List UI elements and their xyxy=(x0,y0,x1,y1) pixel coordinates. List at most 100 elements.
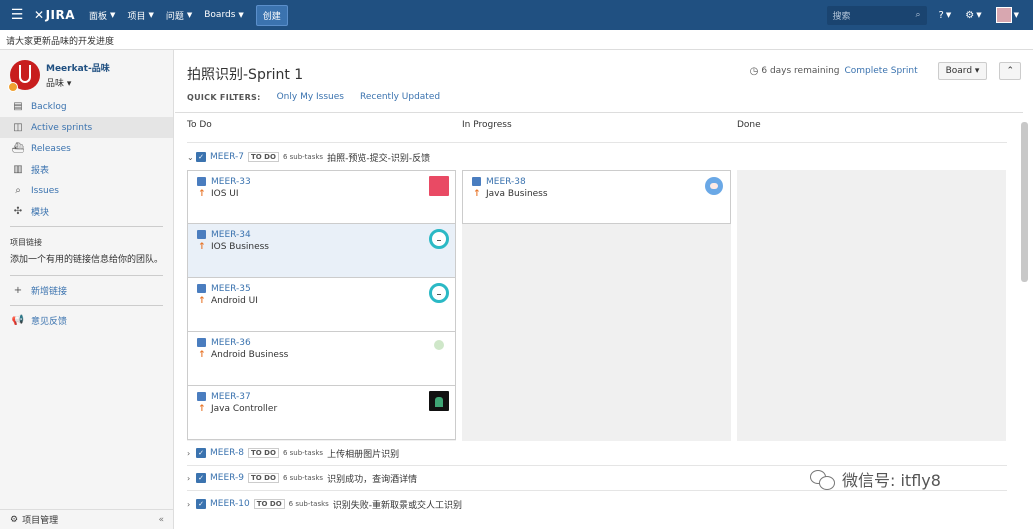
board-menu-button[interactable]: Board ▾ xyxy=(937,62,988,80)
caret-down-icon: ▼ xyxy=(238,11,244,19)
gear-icon[interactable]: ⚙ ▼ xyxy=(965,10,981,21)
issue-card[interactable]: MEER-37 ↑ Java Controller xyxy=(187,386,456,440)
chevron-right-icon[interactable]: › xyxy=(187,449,196,458)
project-header: Meerkat-品味 品味 ▾ xyxy=(0,50,173,96)
vertical-scrollbar[interactable] xyxy=(1021,122,1028,282)
swimlane-header[interactable]: › ✓ MEER-9 TO DO 6 sub-tasks 识别成功，查询酒详情 xyxy=(187,471,417,485)
filter-recently-updated[interactable]: Recently Updated xyxy=(360,92,440,102)
divider xyxy=(10,275,163,276)
story-checkbox-icon: ✓ xyxy=(196,473,206,483)
divider xyxy=(175,112,1023,113)
sidebar-item-reports[interactable]: ▥ 报表 xyxy=(0,159,173,180)
filter-only-my-issues[interactable]: Only My Issues xyxy=(277,92,344,102)
sidebar: Meerkat-品味 品味 ▾ ▤ Backlog ◫ Active sprints… xyxy=(0,50,174,529)
issue-card[interactable]: MEER-33 ↑ IOS UI xyxy=(187,170,456,224)
column-header-in-progress: In Progress xyxy=(462,120,512,130)
assignee-avatar[interactable] xyxy=(429,229,449,249)
puzzle-icon: ✣ xyxy=(13,206,23,217)
story-checkbox-icon: ✓ xyxy=(196,499,206,509)
feedback-link[interactable]: 📢 意见反馈 xyxy=(0,310,173,331)
swimlane-header[interactable]: › ✓ MEER-10 TO DO 6 sub-tasks 识别失败-重新取景或… xyxy=(187,497,462,511)
clock-icon: ◷ xyxy=(749,65,759,77)
issue-card[interactable]: MEER-36 ↑ Android Business xyxy=(187,332,456,386)
issue-card[interactable]: MEER-34 ↑ IOS Business xyxy=(187,224,456,278)
story-checkbox-icon: ✓ xyxy=(196,152,206,162)
swimlane-header[interactable]: ⌄ ✓ MEER-7 TO DO 6 sub-tasks 拍照-预览-提交-识别… xyxy=(187,150,430,164)
user-avatar[interactable]: ▼ xyxy=(995,7,1019,23)
caret-down-icon: ▼ xyxy=(186,11,193,19)
project-admin[interactable]: ⚙ 项目管理 « xyxy=(0,509,174,529)
sidebar-item-active-sprints[interactable]: ◫ Active sprints xyxy=(0,117,173,138)
search-input[interactable]: 搜索 ⌕ xyxy=(826,5,927,25)
subtask-icon xyxy=(472,177,481,186)
priority-arrow-up-icon: ↑ xyxy=(473,189,481,199)
search-icon: ⌕ xyxy=(915,10,921,20)
chevron-right-icon[interactable]: › xyxy=(187,474,196,483)
assignee-avatar[interactable] xyxy=(429,391,449,411)
wine-glass-icon xyxy=(19,65,31,83)
backlog-icon: ▤ xyxy=(13,101,23,112)
wechat-icon xyxy=(810,468,836,490)
menu-issues[interactable]: 问题 ▼ xyxy=(166,9,192,22)
top-nav: ☰ ✕ JIRA 面板 ▼ 项目 ▼ 问题 ▼ Boards ▼ 创建 搜索 ⌕ ? ▼ ⚙ ▼… xyxy=(0,0,1033,30)
chevron-right-icon[interactable]: › xyxy=(187,500,196,509)
create-button[interactable]: 创建 xyxy=(255,4,288,26)
assignee-avatar[interactable] xyxy=(429,337,449,357)
issue-card[interactable]: MEER-35 ↑ Android UI xyxy=(187,278,456,332)
divider xyxy=(10,226,163,227)
swimlane-header[interactable]: › ✓ MEER-8 TO DO 6 sub-tasks 上传相册图片识别 xyxy=(187,446,399,460)
app-switcher-icon[interactable]: ☰ xyxy=(0,7,34,23)
megaphone-icon: 📢 xyxy=(11,315,25,326)
caret-down-icon: ▼ xyxy=(148,11,154,19)
priority-arrow-up-icon: ↑ xyxy=(198,350,206,360)
help-icon[interactable]: ? ▼ xyxy=(939,10,952,21)
subtask-icon xyxy=(197,284,206,293)
assignee-avatar[interactable] xyxy=(704,176,724,196)
gear-icon: ⚙ xyxy=(10,514,19,525)
sidebar-item-backlog[interactable]: ▤ Backlog xyxy=(0,96,173,117)
sidebar-item-components[interactable]: ✣ 模块 xyxy=(0,201,173,222)
project-name[interactable]: Meerkat-品味 xyxy=(46,61,110,74)
column-done xyxy=(737,170,1006,441)
complete-sprint-link[interactable]: Complete Sprint xyxy=(845,66,918,76)
plus-icon: + xyxy=(13,285,23,296)
assignee-avatar[interactable] xyxy=(429,283,449,303)
divider xyxy=(10,305,163,306)
project-links-heading: 项目链接 xyxy=(10,238,42,247)
subtask-icon xyxy=(197,230,206,239)
sidebar-item-issues[interactable]: ⌕ Issues xyxy=(0,180,173,201)
sprint-title: 拍照识别-Sprint 1 xyxy=(187,67,304,83)
fullscreen-toggle-icon[interactable]: ⌃ xyxy=(999,62,1021,80)
story-checkbox-icon: ✓ xyxy=(196,448,206,458)
menu-dashboards[interactable]: 面板 ▼ xyxy=(89,9,115,22)
menu-boards[interactable]: Boards ▼ xyxy=(204,10,244,20)
subtask-icon xyxy=(197,338,206,347)
priority-arrow-up-icon: ↑ xyxy=(198,242,206,252)
chevron-down-icon[interactable]: ⌄ xyxy=(187,153,196,162)
sidebar-item-releases[interactable]: ⛴ Releases xyxy=(0,138,173,159)
board-main: 拍照识别-Sprint 1 ◷ 6 days remaining Complet… xyxy=(175,50,1033,529)
project-type[interactable]: 品味 ▾ xyxy=(46,76,110,89)
project-links-text: 添加一个有用的链接信息给你的团队。 xyxy=(10,255,164,265)
quick-filters: QUICK FILTERS: Only My Issues Recently U… xyxy=(187,92,441,102)
days-remaining: 6 days remaining xyxy=(761,66,840,76)
column-header-done: Done xyxy=(737,120,761,130)
jira-logo[interactable]: ✕ JIRA xyxy=(34,8,75,22)
search-issues-icon: ⌕ xyxy=(15,185,21,196)
subtask-icon xyxy=(197,392,206,401)
priority-arrow-up-icon: ↑ xyxy=(198,296,206,306)
issue-card[interactable]: MEER-38 ↑ Java Business xyxy=(462,170,731,224)
assignee-avatar[interactable] xyxy=(429,176,449,196)
collapse-sidebar-icon[interactable]: « xyxy=(158,515,164,525)
jira-x-icon: ✕ xyxy=(34,8,45,22)
project-avatar[interactable] xyxy=(8,60,40,92)
add-link-button[interactable]: + 新增链接 xyxy=(0,280,173,301)
column-header-todo: To Do xyxy=(187,120,212,130)
priority-arrow-up-icon: ↑ xyxy=(198,404,206,414)
wechat-watermark: 微信号: itfly8 xyxy=(810,467,941,491)
menu-projects[interactable]: 项目 ▼ xyxy=(127,9,153,22)
ship-icon: ⛴ xyxy=(11,143,25,154)
caret-down-icon: ▼ xyxy=(110,11,116,19)
priority-arrow-up-icon: ↑ xyxy=(198,189,206,199)
chart-icon: ▥ xyxy=(13,164,23,175)
